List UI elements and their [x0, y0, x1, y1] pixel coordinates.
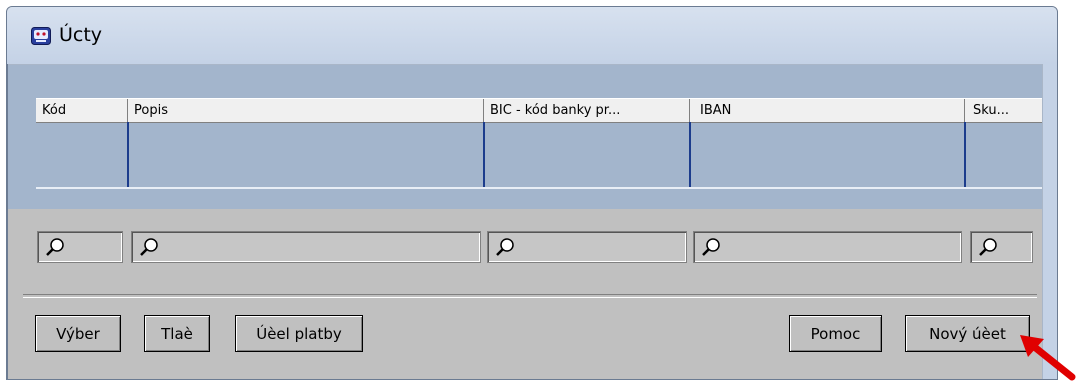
help-button[interactable]: Pomoc — [789, 315, 882, 352]
column-divider — [964, 122, 966, 188]
new-account-button[interactable]: Nový úèet — [905, 315, 1030, 352]
app-icon — [31, 27, 51, 45]
filter-field-skupina[interactable] — [970, 231, 1033, 263]
title-bar[interactable]: Úcty — [7, 7, 1057, 65]
window-title: Úcty — [59, 24, 103, 46]
magnifier-icon — [979, 238, 997, 256]
column-divider — [689, 122, 691, 188]
filter-field-kod[interactable] — [37, 231, 123, 263]
column-header-skupina[interactable]: Sku... — [965, 99, 1044, 122]
window-content: Kód Popis BIC - kód banky pr... IBAN Sku… — [8, 65, 1044, 379]
payment-purpose-button[interactable]: Úèel platby — [235, 315, 363, 352]
vyber-button[interactable]: Výber — [35, 315, 121, 352]
filter-row — [8, 209, 1043, 293]
magnifier-icon — [140, 238, 158, 256]
column-header-iban[interactable]: IBAN — [690, 99, 965, 122]
filter-field-bic[interactable] — [487, 231, 687, 263]
magnifier-icon — [46, 238, 64, 256]
accounts-grid[interactable]: Kód Popis BIC - kód banky pr... IBAN Sku… — [8, 65, 1044, 209]
column-header-kod[interactable]: Kód — [36, 99, 128, 122]
column-header-bic[interactable]: BIC - kód banky pr... — [484, 99, 690, 122]
red-arrow-icon — [1020, 335, 1076, 381]
grid-header: Kód Popis BIC - kód banky pr... IBAN Sku… — [36, 98, 1044, 123]
magnifier-icon — [702, 238, 720, 256]
column-header-popis[interactable]: Popis — [128, 99, 484, 122]
filter-field-iban[interactable] — [693, 231, 962, 263]
accounts-window: Úcty Kód Popis BIC - kód banky pr... IBA… — [6, 6, 1058, 380]
filter-field-popis[interactable] — [131, 231, 481, 263]
magnifier-icon — [496, 238, 514, 256]
grid-bottom-line — [36, 187, 1044, 189]
print-button[interactable]: Tlaè — [144, 315, 210, 352]
button-separator — [23, 294, 1037, 298]
column-divider — [127, 122, 129, 188]
column-divider — [483, 122, 485, 188]
